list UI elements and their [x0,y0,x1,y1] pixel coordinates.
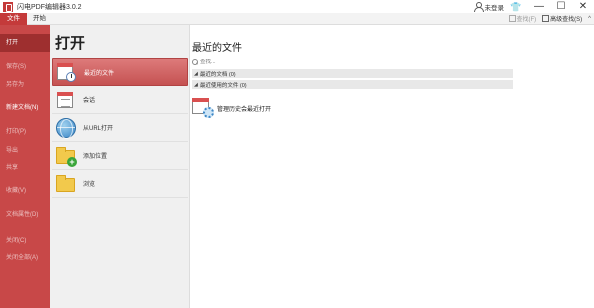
recent-used-files-group[interactable]: ◢ 最近使用的文件 (0) [192,80,513,89]
nav-item-close[interactable]: 关闭(C) [0,232,50,250]
find-button[interactable]: 查找(F) [508,14,537,23]
open-item-recent-files[interactable]: 最近的文件 [52,58,188,86]
open-item-add-location[interactable]: + 添加位置 [52,142,188,170]
recent-search-input[interactable] [200,59,500,65]
open-options-panel: 打开 最近的文件 会话 从URL打开 + 添加位置 浏览 [50,25,190,308]
nav-item-save-as[interactable]: 另存为 [0,76,50,94]
app-title: 闪电PDF编辑器3.0.2 [17,3,82,11]
find-label: 查找(F) [516,17,537,23]
collapse-ribbon-icon[interactable]: ^ [588,16,591,22]
search-icon [192,59,198,65]
nav-item-print[interactable]: 打印(P) [0,123,50,141]
ribbon-bar: 文件 开始 查找(F) 高级查找(S) ^ [0,12,594,25]
manage-history-link[interactable]: 管理历史会最近打开 [192,97,271,119]
folder-icon [55,173,77,195]
recent-files-icon [56,61,78,83]
globe-icon [55,117,77,139]
user-icon[interactable] [473,1,484,12]
nav-item-doc-props[interactable]: 文档属性(D) [0,206,50,224]
recent-files-panel: 最近的文件 ◢ 最近的文档 (0) ◢ 最近使用的文件 (0) 管理历史会最近打… [191,25,594,308]
open-heading: 打开 [55,35,86,52]
manage-history-icon [192,97,214,119]
minimize-icon[interactable]: — [528,0,550,13]
open-item-browse[interactable]: 浏览 [52,170,188,198]
login-status[interactable]: 未登录 [485,2,505,12]
open-item-label: 最近的文件 [84,70,115,77]
ribbon-search-tools: 查找(F) 高级查找(S) ^ [508,13,594,25]
recent-used-files-group-label: 最近使用的文件 (0) [199,82,247,89]
nav-item-open[interactable]: 打开 [0,34,50,52]
advanced-find-label: 高级查找(S) [550,17,583,23]
recent-docs-group[interactable]: ◢ 最近的文档 (0) [192,69,513,78]
advanced-find-icon [542,15,550,22]
nav-item-save[interactable]: 保存(S) [0,58,50,76]
title-bar: 闪电PDF编辑器3.0.2 未登录 👕 — ☐ ✕ [0,0,594,13]
add-folder-icon: + [55,145,77,167]
nav-item-favorites[interactable]: 收藏(V) [0,182,50,200]
recent-docs-group-label: 最近的文档 (0) [199,71,236,78]
open-item-label: 会话 [83,98,96,104]
close-icon[interactable]: ✕ [572,0,594,13]
recent-files-title: 最近的文件 [192,43,242,54]
open-item-label: 添加位置 [83,154,108,160]
nav-item-new-doc[interactable]: 新建文档(N) [0,99,50,117]
open-item-from-url[interactable]: 从URL打开 [52,114,188,142]
nav-item-share[interactable]: 共享 [0,159,50,177]
expand-triangle-icon: ◢ [194,81,198,88]
shirt-icon[interactable]: 👕 [510,2,521,12]
open-item-label: 从URL打开 [83,126,114,132]
session-icon [55,89,77,111]
tab-file[interactable]: 文件 [0,12,27,25]
open-item-label: 浏览 [83,182,96,188]
file-menu-nav: 打开 保存(S) 另存为 新建文档(N) 打印(P) 导出 共享 收藏(V) 文… [0,25,50,308]
nav-item-close-all[interactable]: 关闭全部(A) [0,249,50,267]
maximize-icon[interactable]: ☐ [550,0,572,13]
recent-search [192,58,512,66]
manage-history-label: 管理历史会最近打开 [217,106,272,113]
find-icon [508,15,516,22]
expand-triangle-icon: ◢ [194,70,198,77]
tab-start[interactable]: 开始 [27,13,52,25]
title-bar-controls: 未登录 👕 — ☐ ✕ [473,0,594,13]
advanced-find-button[interactable]: 高级查找(S) [542,14,582,23]
nav-item-export[interactable]: 导出 [0,142,50,160]
open-item-session[interactable]: 会话 [52,86,188,114]
app-logo-icon [3,1,13,12]
